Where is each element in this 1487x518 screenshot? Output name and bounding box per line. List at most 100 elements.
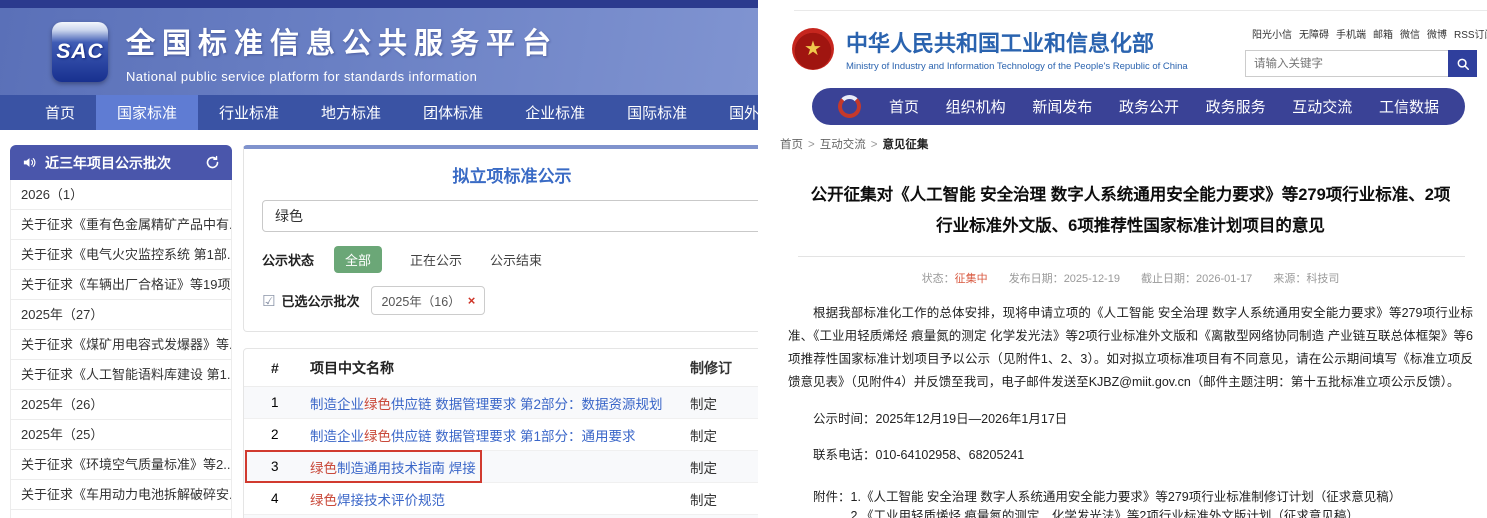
- sidebar-item-partial[interactable]: [10, 510, 232, 518]
- link-mobile[interactable]: 手机端: [1336, 26, 1366, 41]
- table-row-highlighted: 3 绿色制造通用技术指南 焊接 制定: [244, 451, 758, 483]
- batch-sidebar: 近三年项目公示批次 2026（1） 关于征求《重有色金属精矿产品中有... 关于…: [10, 145, 232, 518]
- project-link[interactable]: 绿色制造通用技术指南 焊接: [310, 461, 476, 476]
- top-divider: [794, 10, 1487, 11]
- search-filter-card: 拟立项标准公示 公示状态 全部 正在公示 公示结束 ☑ 已选公示批次 2025年…: [243, 145, 758, 332]
- status-filter-label: 公示状态: [262, 250, 314, 269]
- keyword-highlight: 绿色: [310, 493, 337, 508]
- publish-date-value: 2025-12-19: [1064, 273, 1120, 285]
- link-sunshine[interactable]: 阳光小信: [1252, 26, 1292, 41]
- article-meta: 状态：征集中 发布日期：2025-12-19 截止日期：2026-01-17 来…: [788, 270, 1473, 286]
- keyword-highlight: 绿色: [364, 397, 391, 412]
- nav-item-gov-affairs[interactable]: 政务公开: [1119, 96, 1179, 117]
- row-num: 2: [244, 427, 310, 442]
- nav-item-international-standards[interactable]: 国际标准: [606, 95, 708, 130]
- sidebar-item-notice[interactable]: 关于征求《重有色金属精矿产品中有...: [10, 210, 232, 240]
- link-text: 供应链 数据管理要求 第1部分：通用要求: [391, 429, 636, 444]
- sidebar-item-batch[interactable]: 2025年（26）: [10, 390, 232, 420]
- attachment-item: 1.《人工智能 安全治理 数字人系统通用安全能力要求》等279项行业标准制修订计…: [851, 488, 1402, 507]
- keyword-search-input[interactable]: [1245, 50, 1448, 77]
- page-title: 拟立项标准公示: [262, 162, 758, 187]
- nav-item-interaction[interactable]: 互动交流: [1292, 96, 1352, 117]
- status-filter-closed[interactable]: 公示结束: [490, 250, 542, 269]
- breadcrumb: 首页>互动交流>意见征集: [780, 136, 1487, 152]
- table-row: 2 制造企业绿色供应链 数据管理要求 第1部分：通用要求 制定: [244, 419, 758, 451]
- ministry-subtitle: Ministry of Industry and Information Tec…: [846, 61, 1188, 72]
- row-type: 制定: [690, 457, 758, 477]
- col-header-num: #: [244, 360, 310, 376]
- sidebar-item-notice[interactable]: 关于征求《人工智能语料库建设 第1...: [10, 360, 232, 390]
- link-text: 供应链 数据管理要求 第2部分：数据资源规划: [391, 397, 663, 412]
- refresh-icon[interactable]: [205, 155, 220, 170]
- breadcrumb-home[interactable]: 首页: [780, 139, 803, 151]
- table-header-row: # 项目中文名称 制修订: [244, 349, 758, 387]
- row-num: 4: [244, 491, 310, 506]
- search-icon: [1456, 57, 1470, 71]
- title-divider: [798, 256, 1465, 257]
- nav-item-enterprise-standards[interactable]: 企业标准: [504, 95, 606, 130]
- row-type: 制定: [690, 425, 758, 445]
- col-header-name: 项目中文名称: [310, 358, 690, 378]
- sidebar-item-notice[interactable]: 关于征求《车用动力电池拆解破碎安...: [10, 480, 232, 510]
- table-row: 4 绿色焊接技术评价规范 制定: [244, 483, 758, 515]
- project-link[interactable]: 绿色焊接技术评价规范: [310, 493, 445, 508]
- status-filter-all[interactable]: 全部: [334, 246, 382, 273]
- deadline-value: 2026-01-17: [1196, 273, 1252, 285]
- sidebar-item-batch[interactable]: 2026（1）: [10, 180, 232, 210]
- sidebar-item-batch[interactable]: 2025年（25）: [10, 420, 232, 450]
- link-wechat[interactable]: 微信: [1400, 26, 1420, 41]
- source-label: 来源：: [1273, 273, 1306, 285]
- nav-item-industry-standards[interactable]: 行业标准: [198, 95, 300, 130]
- contact-phone: 联系电话：010-64102958、68205241: [788, 444, 1473, 467]
- nav-item-national-standards[interactable]: 国家标准: [96, 95, 198, 130]
- breadcrumb-interaction[interactable]: 互动交流: [820, 139, 866, 151]
- nav-item-home[interactable]: 首页: [24, 95, 96, 130]
- row-type: 制定: [690, 393, 758, 413]
- row-type: 制定: [690, 489, 758, 509]
- nav-item-gov-services[interactable]: 政务服务: [1206, 96, 1266, 117]
- sidebar-item-notice[interactable]: 关于征求《电气火灾监控系统 第1部...: [10, 240, 232, 270]
- miit-logo-icon: [838, 95, 861, 118]
- nav-item-foreign-standards[interactable]: 国外标准: [708, 95, 758, 130]
- top-strip: [0, 0, 758, 8]
- link-rss[interactable]: RSS订阅: [1454, 26, 1487, 41]
- platform-title: 全国标准信息公共服务平台: [126, 20, 558, 62]
- sac-standards-page: SAC 全国标准信息公共服务平台 National public service…: [0, 0, 758, 518]
- sac-logo-text: SAC: [56, 40, 103, 64]
- search-input[interactable]: [262, 200, 758, 232]
- nav-item-group-standards[interactable]: 团体标准: [402, 95, 504, 130]
- notice-article: 公开征集对《人工智能 安全治理 数字人系统通用安全能力要求》等279项行业标准、…: [766, 180, 1487, 518]
- project-link[interactable]: 制造企业绿色供应链 数据管理要求 第1部分：通用要求: [310, 429, 636, 444]
- selected-batch-label: 已选公示批次: [281, 291, 359, 310]
- sidebar-item-notice[interactable]: 关于征求《环境空气质量标准》等2...: [10, 450, 232, 480]
- nav-item-data[interactable]: 工信数据: [1379, 96, 1439, 117]
- col-header-type: 制修订: [690, 358, 758, 378]
- deadline-label: 截止日期：: [1141, 273, 1196, 285]
- miit-page: ★ 中华人民共和国工业和信息化部 Ministry of Industry an…: [758, 0, 1487, 518]
- link-weibo[interactable]: 微博: [1427, 26, 1447, 41]
- sac-nav: 首页 国家标准 行业标准 地方标准 团体标准 企业标准 国际标准 国外标准 技术…: [0, 95, 758, 130]
- sidebar-item-batch[interactable]: 2025年（27）: [10, 300, 232, 330]
- sidebar-item-notice[interactable]: 关于征求《煤矿用电容式发爆器》等...: [10, 330, 232, 360]
- ministry-title: 中华人民共和国工业和信息化部: [846, 26, 1188, 58]
- nav-item-home[interactable]: 首页: [889, 96, 919, 117]
- sidebar-item-notice[interactable]: 关于征求《车辆出厂合格证》等19项...: [10, 270, 232, 300]
- search-button[interactable]: [1448, 50, 1477, 77]
- table-row: 1 制造企业绿色供应链 数据管理要求 第2部分：数据资源规划 制定: [244, 387, 758, 419]
- sac-header: SAC 全国标准信息公共服务平台 National public service…: [0, 8, 758, 95]
- sac-logo: SAC: [52, 22, 108, 82]
- status-filter-open[interactable]: 正在公示: [410, 250, 462, 269]
- link-accessibility[interactable]: 无障碍: [1299, 26, 1329, 41]
- project-link[interactable]: 制造企业绿色供应链 数据管理要求 第2部分：数据资源规划: [310, 397, 663, 412]
- link-text: 焊接技术评价规范: [337, 493, 445, 508]
- nav-item-organization[interactable]: 组织机构: [946, 96, 1006, 117]
- status-badge: 征集中: [955, 273, 988, 285]
- remove-tag-icon[interactable]: ×: [468, 293, 476, 308]
- nav-item-news[interactable]: 新闻发布: [1032, 96, 1092, 117]
- nav-item-local-standards[interactable]: 地方标准: [300, 95, 402, 130]
- publish-date-label: 发布日期：: [1009, 273, 1064, 285]
- attachments-label: 附件：: [813, 488, 851, 518]
- link-mail[interactable]: 邮箱: [1373, 26, 1393, 41]
- status-label: 状态：: [922, 273, 955, 285]
- batch-tag-text: 2025年（16）: [381, 291, 460, 310]
